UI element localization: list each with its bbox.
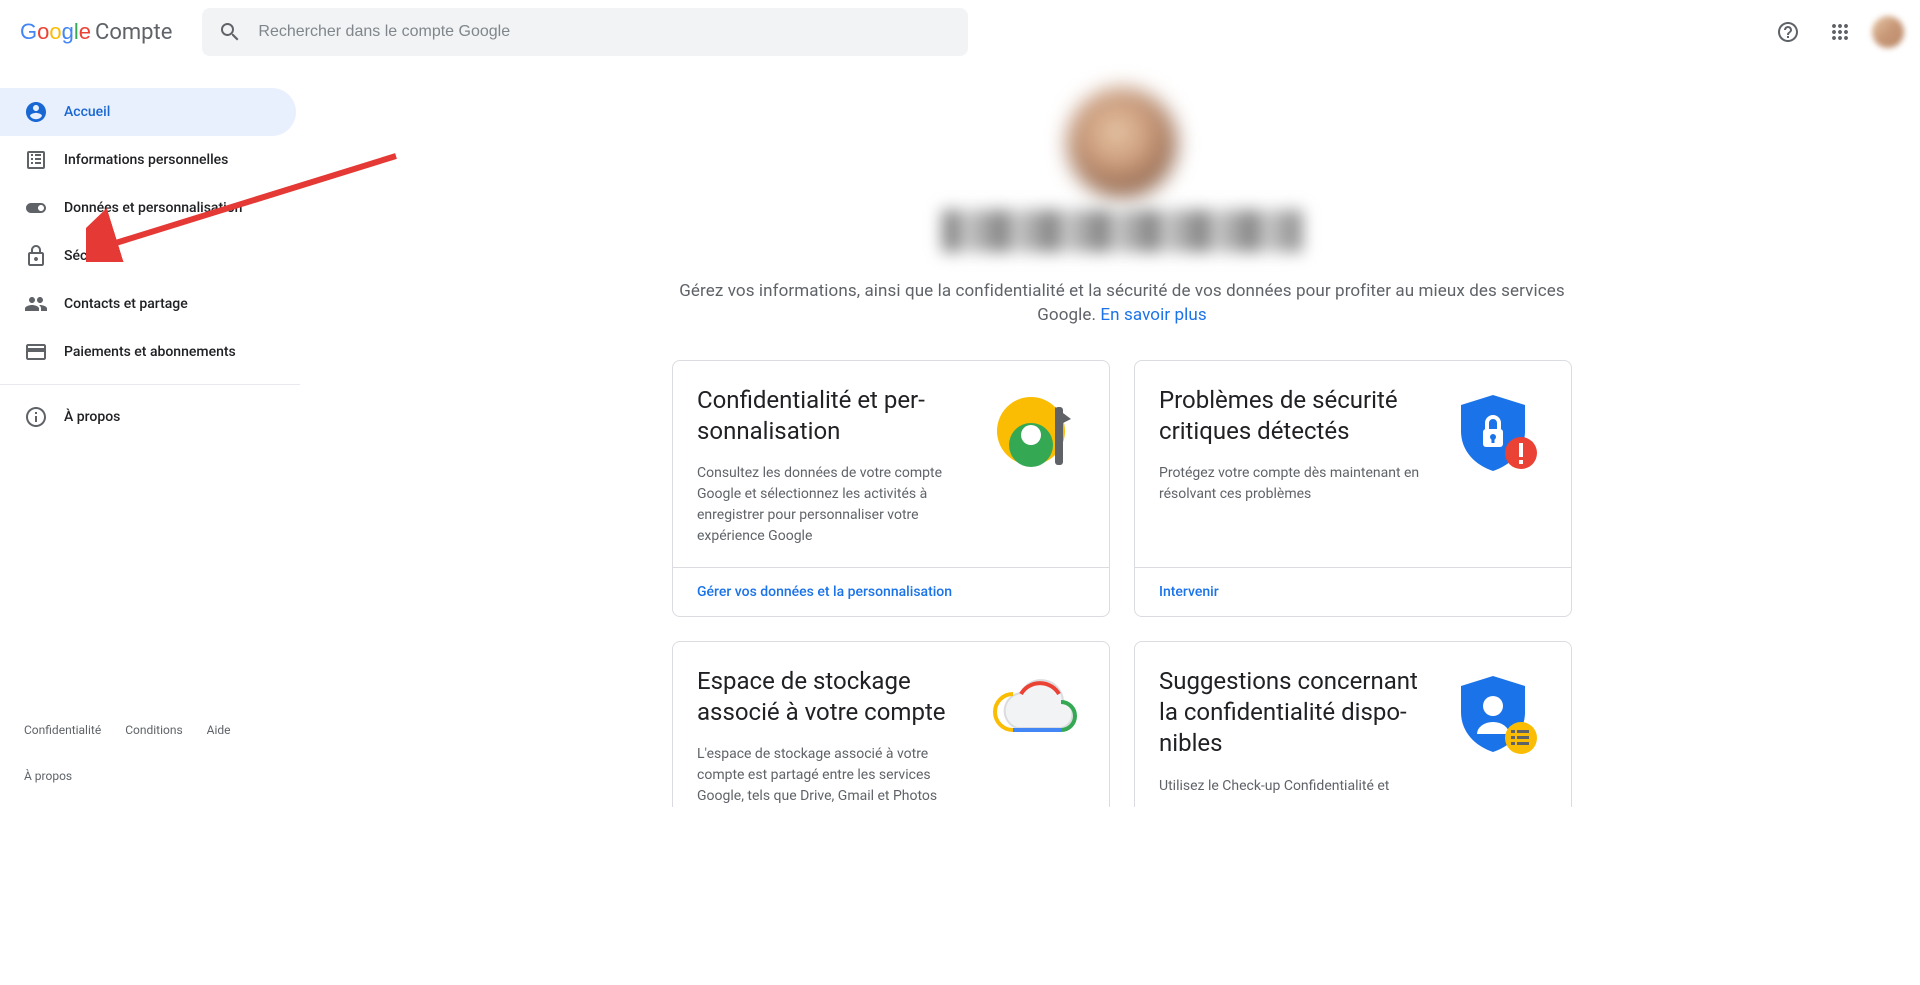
card-desc: L'espace de stockage associé à votre com… (697, 744, 969, 807)
card-security-issues: Problèmes de sécurité critiques détectés… (1134, 360, 1572, 617)
lock-icon (24, 244, 48, 268)
card-title: Espace de stockage asso­cié à votre comp… (697, 666, 969, 728)
card-desc: Utilisez le Check-up Confidentialité et (1159, 776, 1431, 797)
footer-terms-link[interactable]: Conditions (125, 723, 182, 737)
sidebar-item-security[interactable]: Sécurité (0, 232, 296, 280)
profile-area (348, 88, 1896, 252)
privacy-shield-icon (1447, 666, 1547, 766)
sidebar-item-people-sharing[interactable]: Contacts et partage (0, 280, 296, 328)
sidebar-item-data-personalization[interactable]: Données et personnalisation (0, 184, 296, 232)
nav-divider (0, 384, 300, 385)
card-action-link[interactable]: Intervenir (1135, 567, 1571, 616)
card-title: Confidentialité et per­sonnalisation (697, 385, 969, 447)
learn-more-link[interactable]: En savoir plus (1100, 305, 1206, 325)
logo[interactable]: Google Compte (20, 19, 172, 45)
profile-avatar (1067, 88, 1177, 198)
search-input[interactable] (258, 23, 952, 41)
product-name: Compte (95, 20, 172, 45)
footer-links: Confidentialité Conditions Aide À propos (0, 723, 300, 807)
sidebar-item-label: Données et personnalisation (64, 200, 242, 216)
security-shield-icon (1447, 385, 1547, 485)
sidebar-item-home[interactable]: Accueil (0, 88, 296, 136)
credit-card-icon (24, 340, 48, 364)
sidebar-item-personal-info[interactable]: Informations personnelles (0, 136, 296, 184)
intro-text: Gérez vos informations, ainsi que la con… (672, 280, 1572, 328)
card-action-link[interactable]: Gérer vos données et la personnalisation (673, 567, 1109, 616)
card-privacy-personalization: Confidentialité et per­sonnalisation Con… (672, 360, 1110, 617)
footer-privacy-link[interactable]: Confidentialité (24, 723, 101, 737)
google-logo-icon: Google (20, 19, 91, 45)
toggle-icon (24, 196, 48, 220)
header-actions (1768, 12, 1904, 52)
info-icon (24, 405, 48, 429)
card-title: Problèmes de sécurité critiques détectés (1159, 385, 1431, 447)
sidebar-item-label: Sécurité (64, 248, 116, 264)
sidebar: Accueil Informations personnelles Donnée… (0, 64, 300, 807)
cloud-storage-icon (985, 666, 1085, 766)
card-title: Suggestions concernant la confidentialit… (1159, 666, 1431, 760)
people-icon (24, 292, 48, 316)
privacy-illustration-icon (985, 385, 1085, 485)
header: Google Compte (0, 0, 1920, 64)
id-card-icon (24, 148, 48, 172)
card-desc: Protégez votre compte dès mainte­nant en… (1159, 463, 1431, 505)
sidebar-item-label: Informations personnelles (64, 152, 228, 168)
sidebar-item-label: À propos (64, 409, 120, 425)
help-icon (1776, 20, 1800, 44)
apps-grid-icon (1828, 20, 1852, 44)
apps-button[interactable] (1820, 12, 1860, 52)
main-content: Gérez vos informations, ainsi que la con… (300, 64, 1920, 807)
sidebar-item-label: Contacts et partage (64, 296, 188, 312)
profile-name-redacted (942, 210, 1302, 252)
footer-about-link[interactable]: À propos (24, 769, 72, 783)
sidebar-item-label: Paiements et abonnements (64, 344, 236, 360)
search-icon (218, 20, 242, 44)
search-bar[interactable] (202, 8, 968, 56)
sidebar-item-payments[interactable]: Paiements et abonnements (0, 328, 296, 376)
footer-help-link[interactable]: Aide (207, 723, 231, 737)
help-button[interactable] (1768, 12, 1808, 52)
account-circle-icon (24, 100, 48, 124)
account-avatar[interactable] (1872, 16, 1904, 48)
sidebar-item-about[interactable]: À propos (0, 393, 296, 441)
card-desc: Consultez les données de votre compte Go… (697, 463, 969, 547)
card-privacy-suggestions: Suggestions concernant la confidentialit… (1134, 641, 1572, 807)
card-storage: Espace de stockage asso­cié à votre comp… (672, 641, 1110, 807)
sidebar-item-label: Accueil (64, 104, 110, 120)
